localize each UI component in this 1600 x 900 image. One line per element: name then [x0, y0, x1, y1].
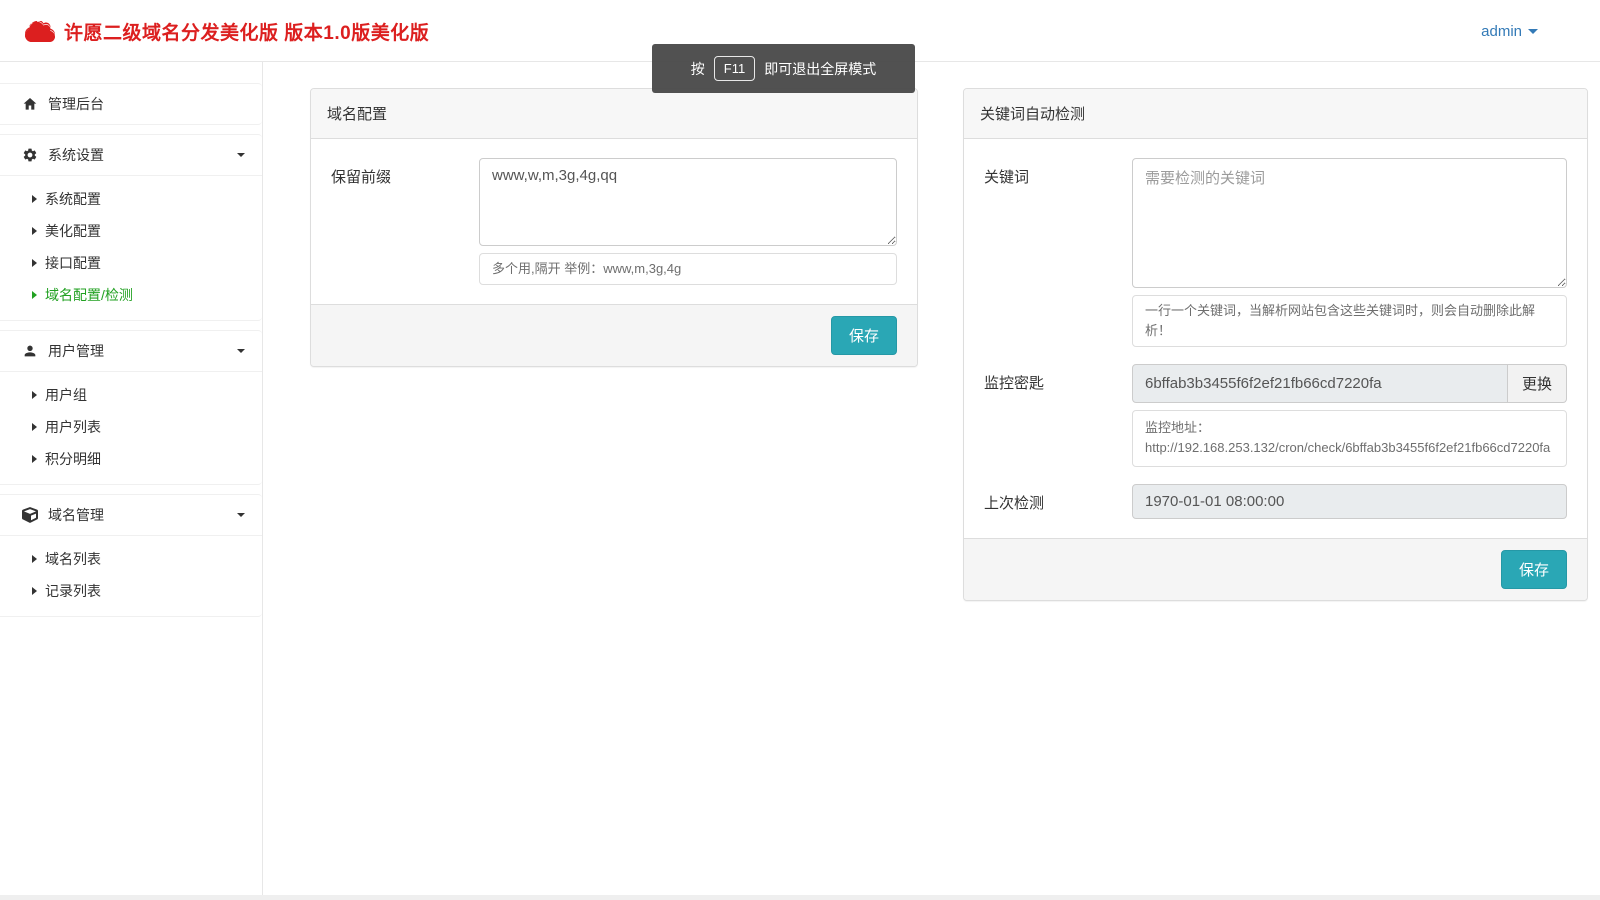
monitor-secret-label: 监控密匙 — [984, 364, 1132, 466]
sidebar-item-user-list[interactable]: 用户列表 — [0, 411, 262, 443]
sidebar-item-record-list[interactable]: 记录列表 — [0, 575, 262, 607]
sidebar-group-dashboard: 管理后台 — [0, 83, 262, 125]
chevron-down-icon — [237, 513, 245, 517]
triangle-right-icon — [32, 227, 37, 235]
reserved-prefix-help: 多个用,隔开 举例：www,m,3g,4g — [479, 253, 897, 285]
user-dropdown[interactable]: admin — [1481, 0, 1538, 62]
sidebar-submenu-system: 系统配置 美化配置 接口配置 域名配置/检测 — [0, 175, 262, 320]
sidebar-group-label: 用户管理 — [48, 341, 104, 361]
keyword-textarea[interactable] — [1132, 158, 1567, 288]
user-icon — [22, 343, 38, 359]
keyword-detect-panel: 关键词自动检测 关键词 一行一个关键词，当解析网站包含这些关键词时，则会自动删除… — [963, 88, 1588, 601]
monitor-secret-group: 更换 — [1132, 364, 1567, 403]
chevron-down-icon — [1528, 29, 1538, 34]
last-check-label: 上次检测 — [984, 484, 1132, 519]
sidebar-item-domain-list[interactable]: 域名列表 — [0, 543, 262, 575]
triangle-right-icon — [32, 455, 37, 463]
sidebar-item-points-detail[interactable]: 积分明细 — [0, 443, 262, 475]
reserved-prefix-label: 保留前缀 — [331, 158, 479, 285]
fullscreen-exit-toast: 按 F11 即可退出全屏模式 — [652, 44, 915, 93]
sidebar-item-api-config[interactable]: 接口配置 — [0, 247, 262, 279]
last-check-input — [1132, 484, 1567, 519]
sidebar-item-label: 接口配置 — [45, 253, 101, 273]
cube-icon — [22, 507, 38, 523]
sidebar-group-domains: 域名管理 域名列表 记录列表 — [0, 494, 262, 617]
sidebar-item-label: 域名列表 — [45, 549, 101, 569]
triangle-right-icon — [32, 195, 37, 203]
keyword-help: 一行一个关键词，当解析网站包含这些关键词时，则会自动删除此解析！ — [1132, 295, 1567, 347]
domain-config-body: 保留前缀 www,w,m,3g,4g,qq 多个用,隔开 举例：www,m,3g… — [311, 139, 917, 304]
sidebar-item-dashboard[interactable]: 管理后台 — [0, 84, 262, 124]
sidebar-item-domain-config-active[interactable]: 域名配置/检测 — [0, 279, 262, 311]
sidebar: 管理后台 系统设置 系统配置 美化配置 接口配置 — [0, 62, 263, 895]
sidebar-item-label: 记录列表 — [45, 581, 101, 601]
toast-suffix: 即可退出全屏模式 — [764, 59, 876, 79]
app-window: 许愿二级域名分发美化版 版本1.0版美化版 admin 按 F11 即可退出全屏… — [0, 0, 1600, 895]
triangle-right-icon — [32, 555, 37, 563]
save-button[interactable]: 保存 — [1501, 550, 1567, 589]
sidebar-group-label: 域名管理 — [48, 505, 104, 525]
sidebar-item-beautify-config[interactable]: 美化配置 — [0, 215, 262, 247]
cloud-icon — [25, 21, 55, 42]
monitor-url-value: http://192.168.253.132/cron/check/6bffab… — [1145, 438, 1554, 458]
sidebar-item-label: 管理后台 — [48, 94, 104, 114]
sidebar-submenu-domains: 域名列表 记录列表 — [0, 535, 262, 616]
toast-prefix: 按 — [691, 59, 705, 79]
sidebar-group-users: 用户管理 用户组 用户列表 积分明细 — [0, 330, 262, 485]
triangle-right-icon — [32, 291, 37, 299]
f11-key-badge: F11 — [714, 56, 755, 81]
sidebar-submenu-users: 用户组 用户列表 积分明细 — [0, 371, 262, 484]
triangle-right-icon — [32, 587, 37, 595]
monitor-url-help: 监控地址： http://192.168.253.132/cron/check/… — [1132, 410, 1567, 466]
panel-title: 关键词自动检测 — [964, 89, 1587, 139]
triangle-right-icon — [32, 259, 37, 267]
monitor-url-caption: 监控地址： — [1145, 418, 1554, 438]
keyword-detect-footer: 保存 — [964, 538, 1587, 600]
domain-config-footer: 保存 — [311, 304, 917, 366]
sidebar-item-label: 积分明细 — [45, 449, 101, 469]
sidebar-group-users-toggle[interactable]: 用户管理 — [0, 331, 262, 371]
sidebar-item-label: 用户列表 — [45, 417, 101, 437]
sidebar-item-user-groups[interactable]: 用户组 — [0, 379, 262, 411]
sidebar-group-system: 系统设置 系统配置 美化配置 接口配置 域名配置/检测 — [0, 134, 262, 321]
user-name: admin — [1481, 23, 1522, 40]
chevron-down-icon — [237, 349, 245, 353]
triangle-right-icon — [32, 423, 37, 431]
sidebar-group-system-toggle[interactable]: 系统设置 — [0, 135, 262, 175]
brand-title: 许愿二级域名分发美化版 版本1.0版美化版 — [64, 18, 429, 45]
panel-title: 域名配置 — [311, 89, 917, 139]
sidebar-group-domains-toggle[interactable]: 域名管理 — [0, 495, 262, 535]
main-content: 域名配置 保留前缀 www,w,m,3g,4g,qq 多个用,隔开 举例：www… — [263, 62, 1600, 895]
domain-config-panel: 域名配置 保留前缀 www,w,m,3g,4g,qq 多个用,隔开 举例：www… — [310, 88, 918, 367]
monitor-secret-input — [1132, 364, 1508, 403]
change-secret-button[interactable]: 更换 — [1508, 364, 1567, 403]
brand[interactable]: 许愿二级域名分发美化版 版本1.0版美化版 — [25, 0, 429, 62]
keyword-label: 关键词 — [984, 158, 1132, 347]
sidebar-item-label: 系统配置 — [45, 189, 101, 209]
triangle-right-icon — [32, 391, 37, 399]
sidebar-group-label: 系统设置 — [48, 145, 104, 165]
chevron-down-icon — [237, 153, 245, 157]
save-button[interactable]: 保存 — [831, 316, 897, 355]
sidebar-item-label: 域名配置/检测 — [45, 285, 133, 305]
gear-icon — [22, 147, 38, 163]
sidebar-item-label: 用户组 — [45, 385, 87, 405]
sidebar-item-label: 美化配置 — [45, 221, 101, 241]
sidebar-item-system-config[interactable]: 系统配置 — [0, 183, 262, 215]
home-icon — [22, 96, 38, 112]
reserved-prefix-textarea[interactable]: www,w,m,3g,4g,qq — [479, 158, 897, 246]
keyword-detect-body: 关键词 一行一个关键词，当解析网站包含这些关键词时，则会自动删除此解析！ 监控密… — [964, 139, 1587, 538]
